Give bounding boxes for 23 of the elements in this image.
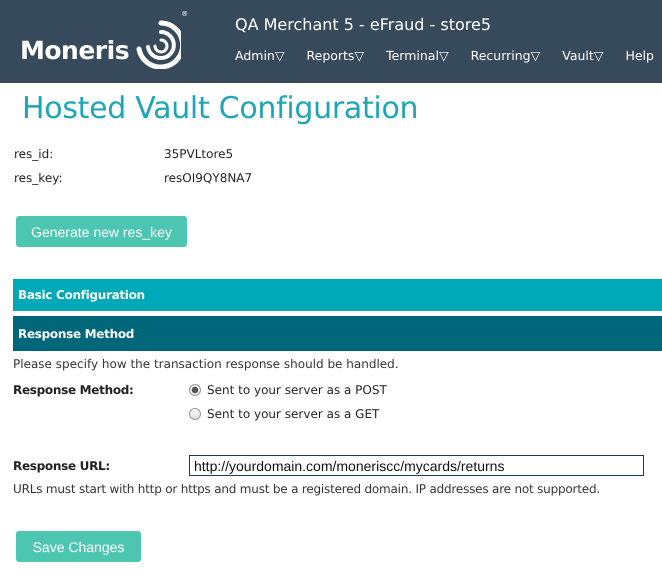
nav-menu-item[interactable]: Terminal▽ xyxy=(386,48,449,63)
instruction-text: Please specify how the transaction response should be handled. xyxy=(13,357,400,371)
nav-menu-item[interactable]: Reports▽ xyxy=(306,48,364,63)
merchant-name: QA Merchant 5 - eFraud - store5 xyxy=(235,15,492,34)
nav-menu-item[interactable]: Help xyxy=(625,48,654,63)
nav-menu-item[interactable]: Admin▽ xyxy=(235,48,284,63)
radio-button[interactable] xyxy=(189,408,201,420)
response-url-field[interactable]: http://yourdomain.com/moneriscc/mycards/returns xyxy=(189,455,644,476)
field-value: resOI9QY8NA7 xyxy=(164,171,252,185)
response-method-label: Response Method: xyxy=(13,383,135,399)
field-label: res_key: xyxy=(14,171,64,185)
nav-menu-item[interactable]: Recurring▽ xyxy=(470,48,540,63)
radio-label[interactable]: Sent to your server as a POST xyxy=(207,383,387,397)
radio-label[interactable]: Sent to your server as a GET xyxy=(207,407,380,421)
radio-button[interactable] xyxy=(189,384,201,396)
hint-text: URLs must start with http or https and must be a registered domain. IP addresses are not supported. xyxy=(13,482,602,496)
nav-menu-item[interactable]: Vault▽ xyxy=(562,48,604,63)
page-title: Hosted Vault Configuration xyxy=(22,91,420,126)
response-url-label: Response URL: xyxy=(13,458,111,472)
section-header[interactable]: Response Method xyxy=(13,316,662,351)
field-value: 35PVLtore5 xyxy=(164,147,234,161)
field-label: res_id: xyxy=(14,147,54,161)
logo-text: Moneris xyxy=(20,38,130,63)
